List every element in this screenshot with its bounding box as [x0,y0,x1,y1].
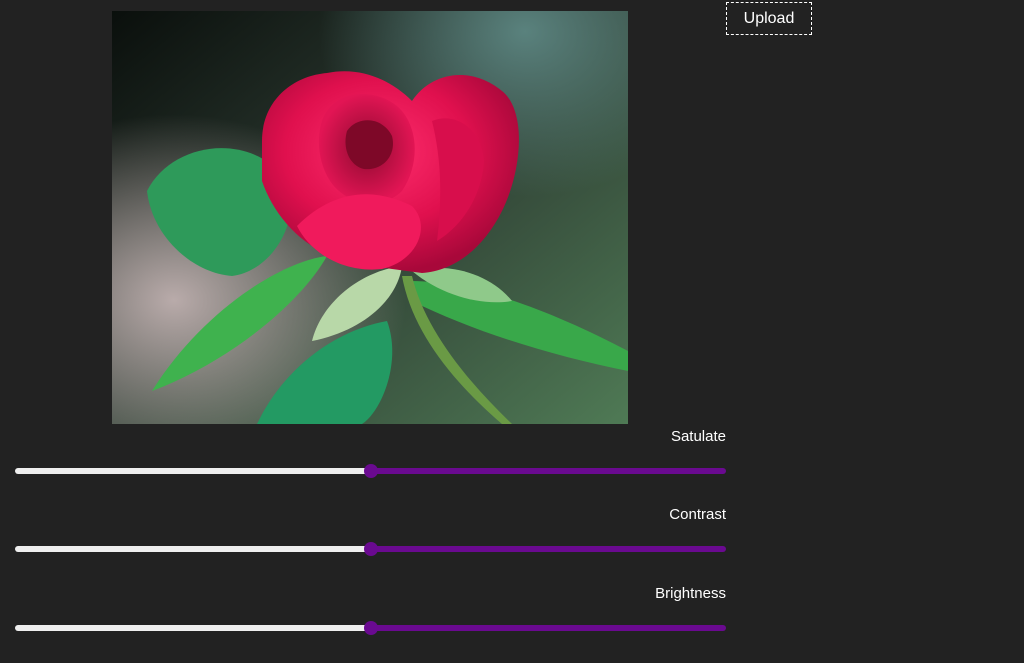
brightness-slider-track [370,625,726,631]
contrast-label: Contrast [669,506,726,523]
brightness-slider-fill [15,625,371,631]
upload-button[interactable]: Upload [726,2,812,35]
rose-photo [112,11,628,424]
saturate-slider-fill [15,468,371,474]
saturate-slider-thumb[interactable] [363,464,378,478]
brightness-slider-thumb[interactable] [363,621,378,635]
saturate-slider-track [370,468,726,474]
image-preview [112,11,628,424]
contrast-slider-fill [15,546,371,552]
saturate-slider[interactable] [15,464,726,478]
contrast-slider-track [370,546,726,552]
saturate-label: Satulate [670,428,726,445]
contrast-slider[interactable] [15,542,726,556]
contrast-slider-thumb[interactable] [363,542,378,556]
brightness-label: Brightness [655,585,726,602]
brightness-slider[interactable] [15,621,726,635]
